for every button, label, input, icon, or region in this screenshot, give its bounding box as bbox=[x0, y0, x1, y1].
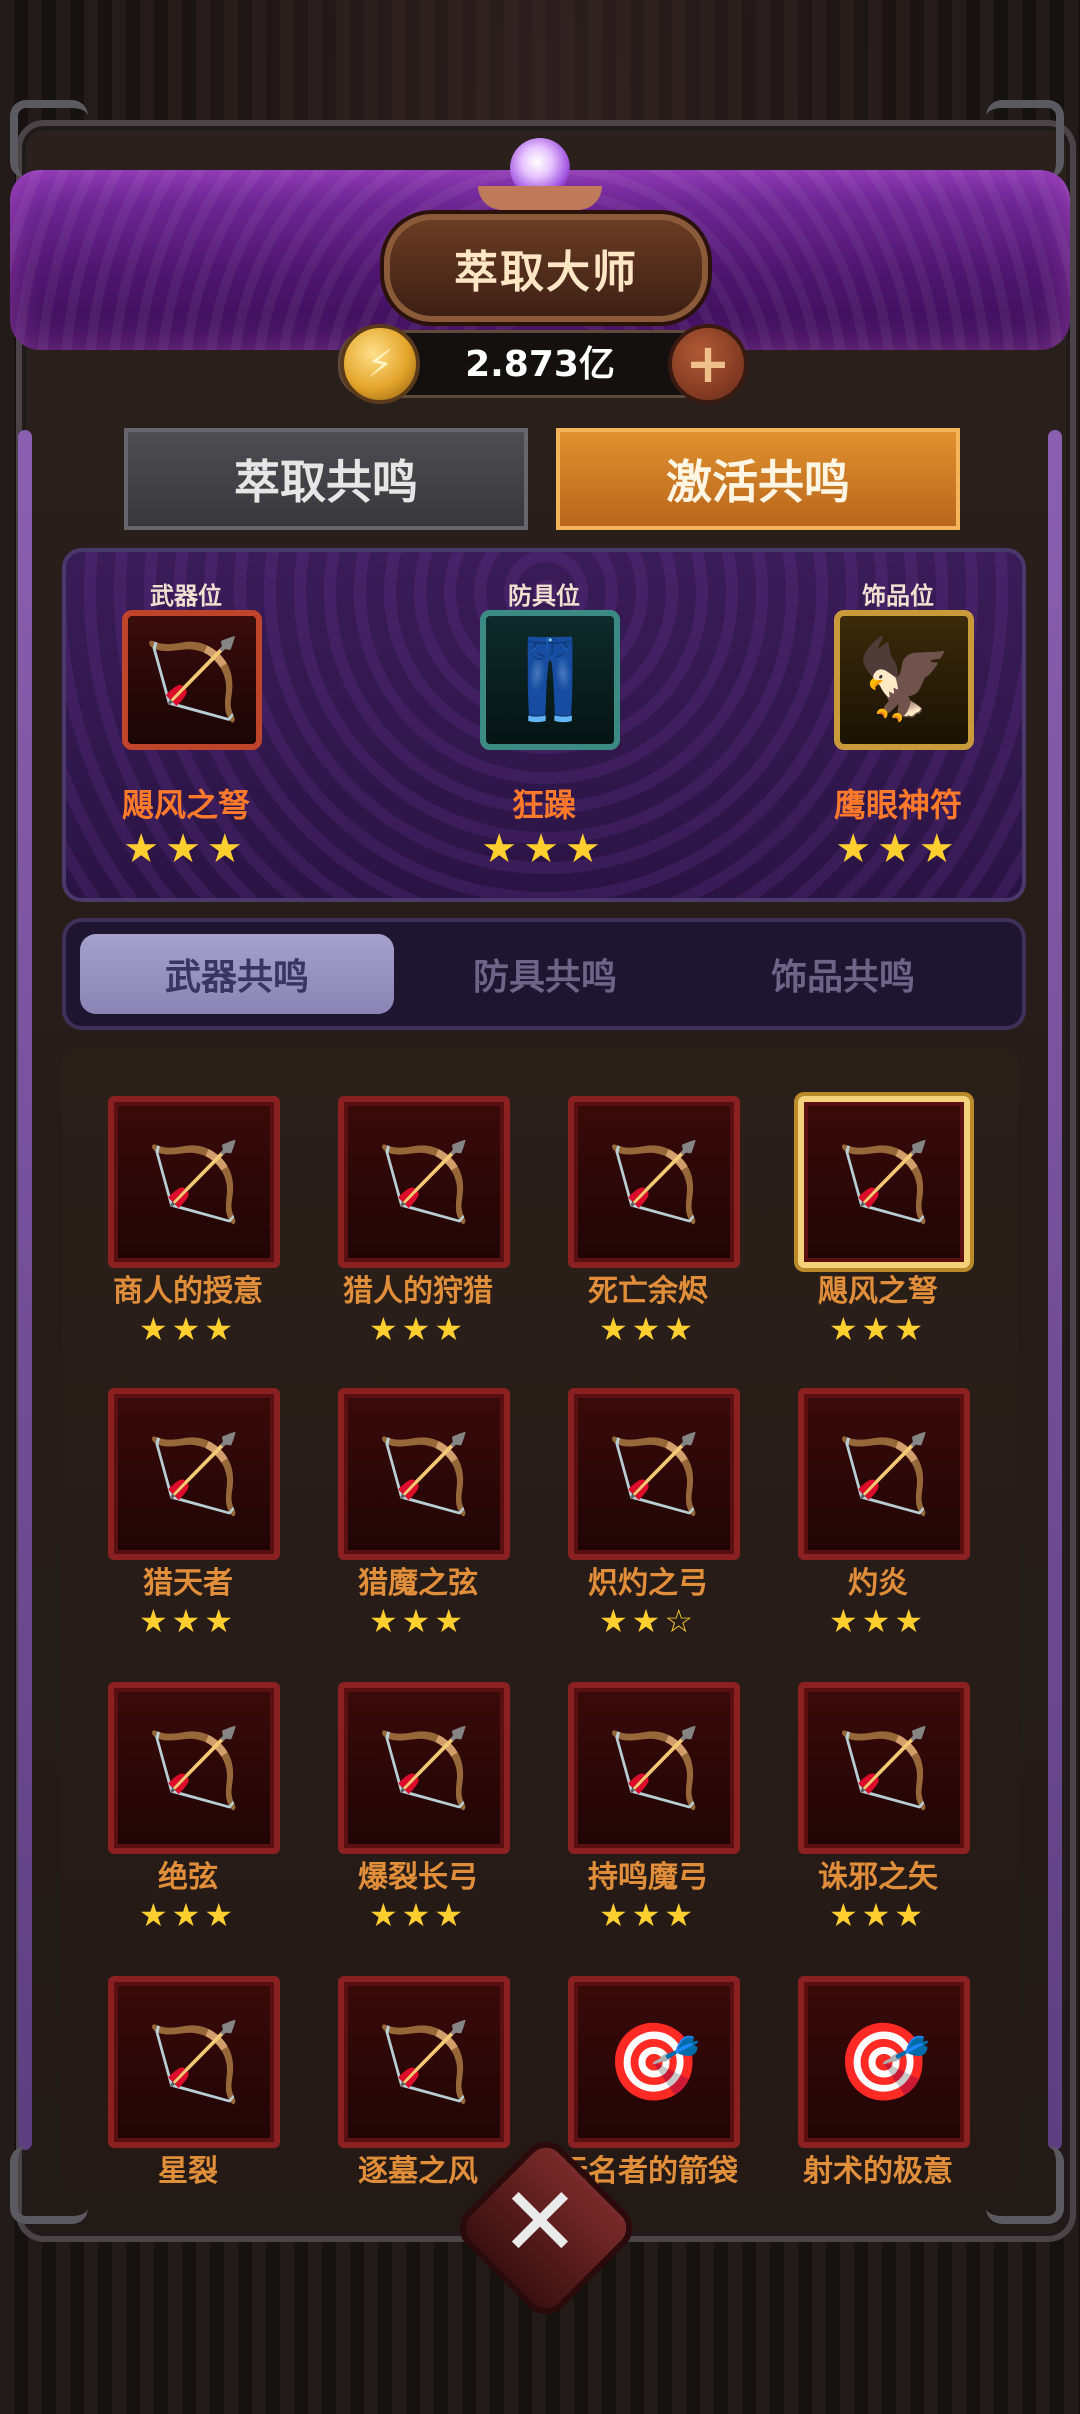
armor-pants-icon: 👖 bbox=[480, 610, 620, 750]
item-name: 持鸣魔弓 bbox=[588, 1860, 708, 1895]
item-name: 射术的极意 bbox=[803, 2154, 953, 2189]
grid-item[interactable]: 🏹 绝弦 ★★★ bbox=[62, 1634, 292, 1934]
crossbow-icon: 🏹 bbox=[338, 1388, 510, 1560]
armor-slot[interactable]: 防具位 👖 狂躁 ★★★ bbox=[424, 552, 664, 892]
item-name: 炽灼之弓 bbox=[588, 1566, 708, 1601]
cyan-bow-icon: 🏹 bbox=[108, 1976, 280, 2148]
item-name: 猎人的狩猎 bbox=[343, 1274, 493, 1309]
item-name: 绝弦 bbox=[158, 1860, 218, 1895]
grid-item[interactable]: 🏹 持鸣魔弓 ★★★ bbox=[522, 1634, 752, 1934]
crossbow-icon: 🏹 bbox=[338, 1682, 510, 1854]
purple-bow-icon: 🏹 bbox=[108, 1682, 280, 1854]
quiver-icon: 🎯 bbox=[798, 1976, 970, 2148]
tab-accessory-resonance[interactable]: 饰品共鸣 bbox=[686, 934, 1000, 1014]
grid-item[interactable]: 🏹 星裂 bbox=[62, 1928, 292, 2189]
slot-item-name: 狂躁 bbox=[511, 786, 576, 824]
item-name: 猎天者 bbox=[143, 1566, 233, 1601]
tab-activate-resonance[interactable]: 激活共鸣 bbox=[556, 428, 960, 530]
right-scroll-rail bbox=[1048, 430, 1062, 2150]
corner-ornament-top-right bbox=[986, 100, 1064, 178]
slot-label: 防具位 bbox=[508, 582, 580, 610]
grid-item[interactable]: 🏹 爆裂长弓 ★★★ bbox=[292, 1634, 522, 1934]
grid-item[interactable]: 🏹 逐墓之风 bbox=[292, 1928, 522, 2189]
equipment-slots-panel: 武器位 🏹 飓风之弩 ★★★ 防具位 👖 狂躁 ★★★ 饰品位 🦅 鹰眼神符 ★… bbox=[62, 548, 1026, 902]
item-name: 灼炎 bbox=[848, 1566, 908, 1601]
grid-item[interactable]: 🏹 诛邪之矢 ★★★ bbox=[752, 1634, 982, 1934]
add-currency-button[interactable]: + bbox=[668, 324, 748, 404]
corner-ornament-top-left bbox=[10, 100, 88, 178]
item-name: 死亡余烬 bbox=[588, 1274, 708, 1309]
weapon-slot[interactable]: 武器位 🏹 飓风之弩 ★★★ bbox=[66, 552, 306, 892]
slot-label: 饰品位 bbox=[862, 582, 934, 610]
star-rating: ★★★ bbox=[123, 826, 249, 872]
tab-extract-resonance[interactable]: 萃取共鸣 bbox=[124, 428, 528, 530]
bow-icon: 🏹 bbox=[568, 1096, 740, 1268]
item-name: 星裂 bbox=[158, 2154, 218, 2189]
left-scroll-rail bbox=[18, 430, 32, 2150]
crossbow-icon: 🏹 bbox=[108, 1096, 280, 1268]
item-name: 猎魔之弦 bbox=[358, 1566, 478, 1601]
grid-item[interactable]: 🏹 炽灼之弓 ★★☆ bbox=[522, 1340, 752, 1640]
currency-amount: 2.873亿 bbox=[465, 344, 615, 385]
grid-item[interactable]: 🎯 射术的极意 bbox=[752, 1928, 982, 2189]
grid-item-selected[interactable]: 🏹 飓风之弩 ★★★ bbox=[752, 1048, 982, 1348]
eagle-charm-icon: 🦅 bbox=[834, 610, 974, 750]
item-name: 诛邪之矢 bbox=[818, 1860, 938, 1895]
star-rating: ★★★ bbox=[835, 826, 961, 872]
grid-item[interactable]: 🏹 商人的授意 ★★★ bbox=[62, 1048, 292, 1348]
grid-item[interactable]: 🏹 猎天者 ★★★ bbox=[62, 1340, 292, 1640]
resonance-subtabs: 武器共鸣 防具共鸣 饰品共鸣 bbox=[62, 918, 1026, 1030]
star-rating: ★★★ bbox=[481, 826, 607, 872]
green-bow-icon: 🏹 bbox=[798, 1682, 970, 1854]
tab-armor-resonance[interactable]: 防具共鸣 bbox=[388, 934, 702, 1014]
quiver-icon: 🎯 bbox=[568, 1976, 740, 2148]
grid-item[interactable]: 🏹 猎人的狩猎 ★★★ bbox=[292, 1048, 522, 1348]
bow-icon: 🏹 bbox=[568, 1388, 740, 1560]
golden-crossbow-icon: 🏹 bbox=[122, 610, 262, 750]
tab-weapon-resonance[interactable]: 武器共鸣 bbox=[80, 934, 394, 1014]
grid-item[interactable]: 🏹 死亡余烬 ★★★ bbox=[522, 1048, 752, 1348]
bow-icon: 🏹 bbox=[568, 1682, 740, 1854]
item-grid: 🏹 商人的授意 ★★★ 🏹 猎人的狩猎 ★★★ 🏹 死亡余烬 ★★★ 🏹 飓风之… bbox=[62, 1048, 1018, 2189]
close-icon[interactable]: ✕ bbox=[478, 2160, 602, 2284]
item-name: 飓风之弩 bbox=[818, 1274, 938, 1309]
accessory-slot[interactable]: 饰品位 🦅 鹰眼神符 ★★★ bbox=[778, 552, 1018, 892]
crossbow-icon: 🏹 bbox=[338, 1096, 510, 1268]
coin-icon: ⚡ bbox=[340, 324, 420, 404]
item-name: 爆裂长弓 bbox=[358, 1860, 478, 1895]
grid-item[interactable]: 🏹 灼炎 ★★★ bbox=[752, 1340, 982, 1640]
bow-icon: 🏹 bbox=[798, 1388, 970, 1560]
item-name: 商人的授意 bbox=[113, 1274, 263, 1309]
page-title: 萃取大师 bbox=[384, 214, 708, 322]
slot-label: 武器位 bbox=[150, 582, 222, 610]
golden-crossbow-icon: 🏹 bbox=[798, 1096, 970, 1268]
bow-icon: 🏹 bbox=[108, 1388, 280, 1560]
hand-icon bbox=[478, 186, 602, 210]
bow-icon: 🏹 bbox=[338, 1976, 510, 2148]
slot-item-name: 飓风之弩 bbox=[121, 786, 250, 824]
slot-item-name: 鹰眼神符 bbox=[833, 786, 962, 824]
grid-item[interactable]: 🏹 猎魔之弦 ★★★ bbox=[292, 1340, 522, 1640]
